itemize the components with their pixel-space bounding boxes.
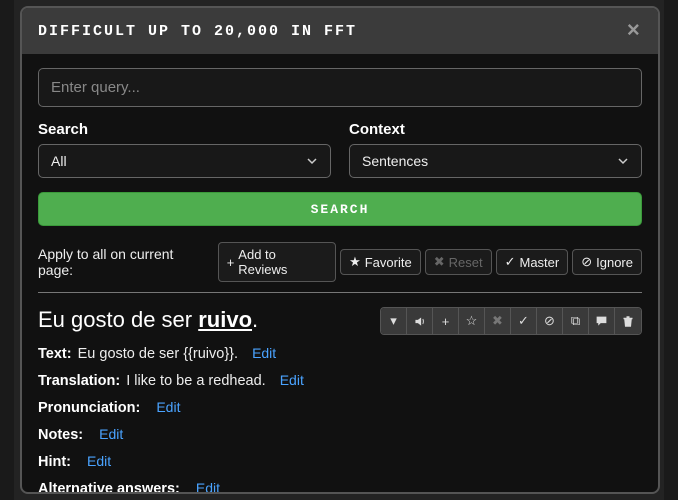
add-button[interactable]: + [433,308,459,334]
context-select[interactable]: Sentences [349,144,642,178]
trash-icon [622,315,634,328]
master-label: Master [519,255,559,270]
modal-dialog: DIFFICULT UP TO 20,000 IN FFT × Search A… [20,6,660,494]
expand-button[interactable]: ▾ [381,308,407,334]
search-button[interactable]: SEARCH [38,192,642,226]
translation-value: I like to be a redhead. [126,373,265,389]
x-icon: ✖ [434,254,445,270]
plus-icon: + [227,255,235,270]
edit-text-link[interactable]: Edit [252,345,276,361]
notes-label: Notes: [38,427,83,443]
search-label: Search [38,121,331,138]
chevron-down-icon: ▾ [390,313,397,329]
alternative-answers-field: Alternative answers: Edit [38,480,642,492]
hint-field: Hint: Edit [38,453,642,470]
comment-button[interactable] [589,308,615,334]
bulk-actions-row: Apply to all on current page: + Add to R… [38,242,642,282]
comment-icon [595,315,608,328]
hint-label: Hint: [38,454,71,470]
reset-button[interactable]: ✖ Reset [425,249,492,275]
translation-label: Translation: [38,373,120,389]
chevron-down-icon [617,155,629,167]
card-action-bar: ▾ + ☆ ✖ ✓ ⊘ ⧉ [380,307,642,335]
translation-field: Translation: I like to be a redhead. Edi… [38,372,642,389]
delete-button[interactable]: ✖ [485,308,511,334]
edit-hint-link[interactable]: Edit [87,453,111,469]
ignore-button[interactable]: ⊘ [537,308,563,334]
audio-button[interactable] [407,308,433,334]
notes-field: Notes: Edit [38,426,642,443]
context-label: Context [349,121,642,138]
reset-label: Reset [449,255,483,270]
sentence-prefix: Eu gosto de ser [38,307,198,332]
x-icon: ✖ [492,313,503,329]
edit-pronunciation-link[interactable]: Edit [156,399,180,415]
star-outline-icon: ☆ [466,313,478,329]
query-input[interactable] [38,68,642,107]
check-icon: ✓ [518,313,529,329]
edit-translation-link[interactable]: Edit [280,372,304,388]
favorite-button[interactable]: ★ Favorite [340,249,421,275]
star-button[interactable]: ☆ [459,308,485,334]
close-icon[interactable]: × [627,19,642,44]
alternative-answers-label: Alternative answers: [38,481,180,492]
copy-button[interactable]: ⧉ [563,308,589,334]
edit-alt-link[interactable]: Edit [196,480,220,492]
add-to-reviews-button[interactable]: + Add to Reviews [218,242,336,282]
ban-icon: ⊘ [581,254,592,270]
text-label: Text: [38,346,72,362]
text-field: Text: Eu gosto de ser {{ruivo}}. Edit [38,345,642,362]
favorite-label: Favorite [365,255,412,270]
add-to-reviews-label: Add to Reviews [238,247,327,277]
copy-icon: ⧉ [571,313,580,329]
check-button[interactable]: ✓ [511,308,537,334]
card-header: Eu gosto de ser ruivo. ▾ + ☆ ✖ ✓ ⊘ ⧉ [38,307,642,335]
plus-icon: + [442,314,450,329]
sentence-cloze: ruivo [198,307,252,332]
pronunciation-label: Pronunciation: [38,400,140,416]
edit-notes-link[interactable]: Edit [99,426,123,442]
modal-body: Search All Context Sentences SEARCH [22,54,658,492]
context-select-value: Sentences [362,153,428,169]
sentence-display: Eu gosto de ser ruivo. [38,307,258,333]
ban-icon: ⊘ [544,313,555,329]
ignore-label: Ignore [596,255,633,270]
modal-header: DIFFICULT UP TO 20,000 IN FFT × [22,8,658,54]
search-select-value: All [51,153,67,169]
search-select[interactable]: All [38,144,331,178]
modal-title: DIFFICULT UP TO 20,000 IN FFT [38,23,627,40]
master-button[interactable]: ✓ Master [496,249,569,275]
divider [38,292,642,293]
sentence-suffix: . [252,307,258,332]
trash-button[interactable] [615,308,641,334]
pronunciation-field: Pronunciation: Edit [38,399,642,416]
chevron-down-icon [306,155,318,167]
star-icon: ★ [349,254,361,270]
ignore-button[interactable]: ⊘ Ignore [572,249,642,275]
check-icon: ✓ [505,254,516,270]
bulk-lead-text: Apply to all on current page: [38,246,210,278]
sound-icon [413,315,426,328]
text-value: Eu gosto de ser {{ruivo}}. [78,346,238,362]
